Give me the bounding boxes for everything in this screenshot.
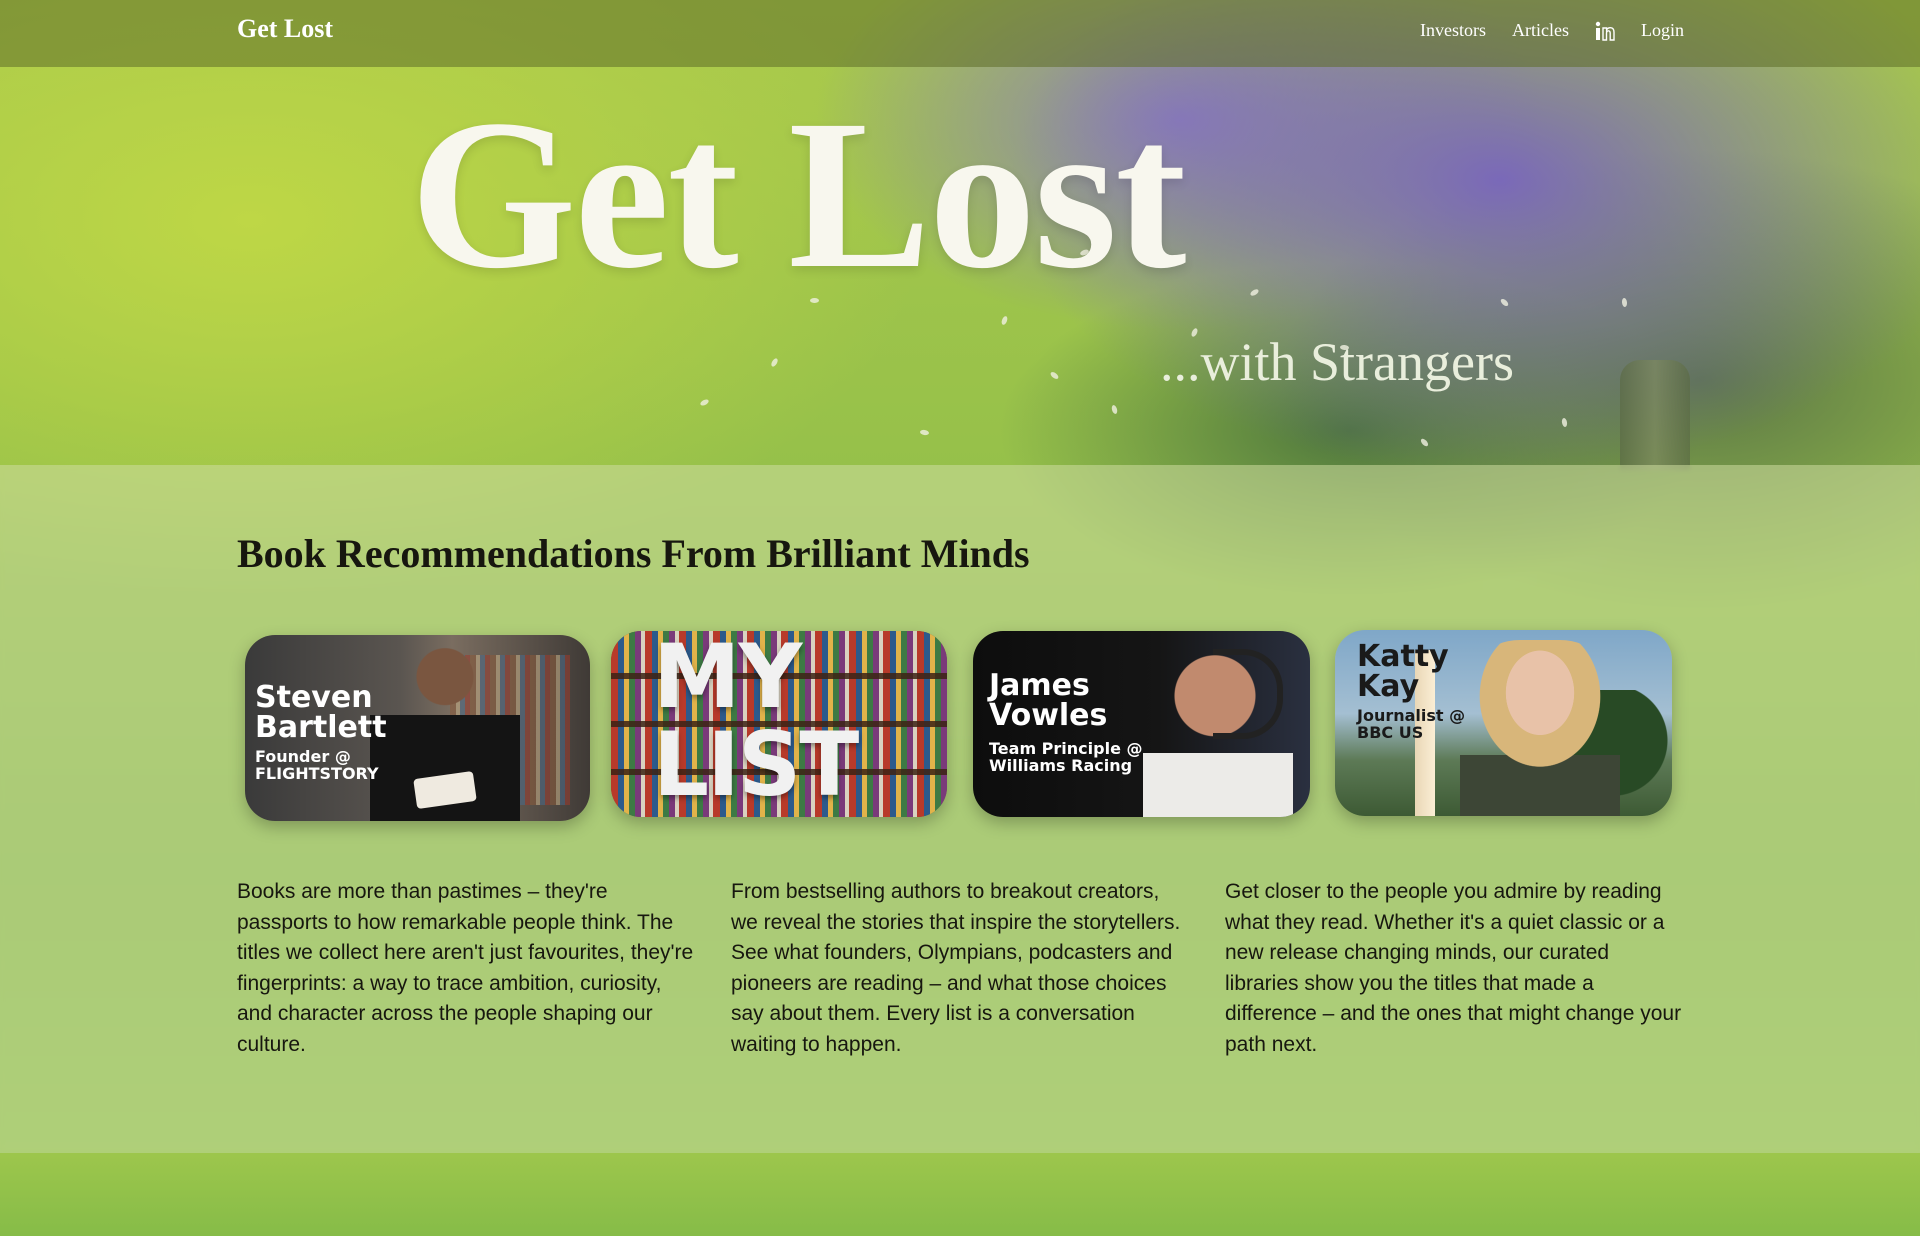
footer-grass: [0, 1153, 1920, 1236]
card-james-vowles[interactable]: James Vowles Team Principle @ Williams R…: [973, 631, 1310, 817]
section-title: Book Recommendations From Brilliant Mind…: [237, 531, 1030, 576]
card-name: James Vowles: [989, 668, 1108, 733]
card-name: Katty Kay: [1357, 639, 1449, 704]
nav-links: Investors Articles Login: [1420, 20, 1684, 41]
nav-link-articles[interactable]: Articles: [1512, 20, 1569, 41]
hero-subtitle: ...with Strangers: [1160, 332, 1514, 392]
card-role: Founder @ FLIGHTSTORY: [255, 747, 379, 783]
intro-paragraph-1: Books are more than pastimes – they're p…: [237, 880, 694, 1056]
card-role: Journalist @ BBC US: [1357, 706, 1466, 742]
card-name: Steven Bartlett: [255, 680, 387, 745]
card-katty-kay[interactable]: Katty Kay Journalist @ BBC US: [1335, 630, 1672, 816]
hero-title: Get Lost: [410, 76, 1186, 313]
intro-paragraph-2: From bestselling authors to breakout cre…: [731, 880, 1181, 1056]
person-photo: [1460, 640, 1620, 816]
card-steven-bartlett[interactable]: Steven Bartlett Founder @ FLIGHTSTORY: [245, 635, 590, 821]
linkedin-icon[interactable]: [1595, 21, 1615, 41]
card-role: Team Principle @ Williams Racing: [989, 739, 1143, 775]
card-my-list[interactable]: MY LIST: [611, 631, 947, 817]
tree-trunk: [1620, 360, 1690, 470]
brand-logo[interactable]: Get Lost: [237, 14, 333, 44]
headset-image: [1213, 649, 1283, 739]
card-name: MY LIST: [653, 631, 859, 816]
nav-link-investors[interactable]: Investors: [1420, 20, 1486, 41]
top-navbar: Get Lost Investors Articles Login: [0, 0, 1920, 67]
intro-paragraph-3: Get closer to the people you admire by r…: [1225, 880, 1682, 1056]
nav-link-login[interactable]: Login: [1641, 20, 1684, 41]
